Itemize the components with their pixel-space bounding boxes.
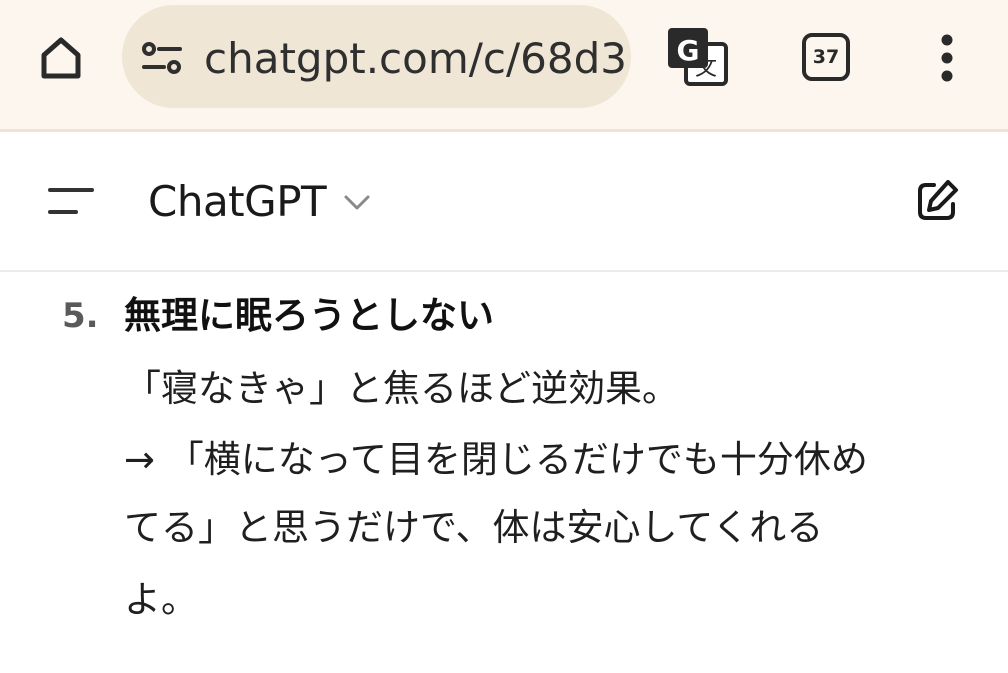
url-text[interactable]: chatgpt.com/c/68d3 <box>204 31 624 87</box>
overflow-menu-button[interactable] <box>925 28 969 88</box>
translate-button[interactable]: 文 G <box>664 24 730 90</box>
sidebar-menu-icon <box>48 188 94 214</box>
list-item-number: 5. <box>62 296 99 336</box>
model-selector[interactable]: ChatGPT <box>148 172 372 232</box>
more-vert-icon <box>941 34 953 82</box>
home-button[interactable] <box>28 28 94 88</box>
address-bar[interactable]: chatgpt.com/c/68d3 <box>122 5 631 108</box>
tab-switcher-button[interactable]: 37 <box>797 28 855 86</box>
message-line: てる」と思うだけで、体は安心してくれる <box>124 506 824 549</box>
assistant-message: 5. 無理に眠ろうとしない 「寝なきゃ」と焦るほど逆効果。 → 「横になって目を… <box>0 272 1008 673</box>
chat-header: ChatGPT <box>0 132 1008 271</box>
tab-count: 37 <box>802 33 850 81</box>
app-title: ChatGPT <box>148 177 327 226</box>
translate-icon: 文 G <box>668 28 728 86</box>
message-line: → 「横になって目を閉じるだけでも十分休め <box>124 438 868 481</box>
svg-text:G: G <box>677 34 700 67</box>
sidebar-toggle-button[interactable] <box>40 180 102 224</box>
tune-icon[interactable] <box>140 38 184 78</box>
new-chat-button[interactable] <box>912 176 962 226</box>
message-line: 「寝なきゃ」と焦るほど逆効果。 <box>124 367 679 410</box>
list-item-heading: 無理に眠ろうとしない <box>124 294 494 337</box>
message-line: よ。 <box>124 578 198 621</box>
edit-icon <box>918 180 958 220</box>
chevron-down-icon <box>344 195 370 210</box>
browser-toolbar: chatgpt.com/c/68d3 文 G 37 <box>0 0 1008 129</box>
home-icon <box>41 37 81 79</box>
